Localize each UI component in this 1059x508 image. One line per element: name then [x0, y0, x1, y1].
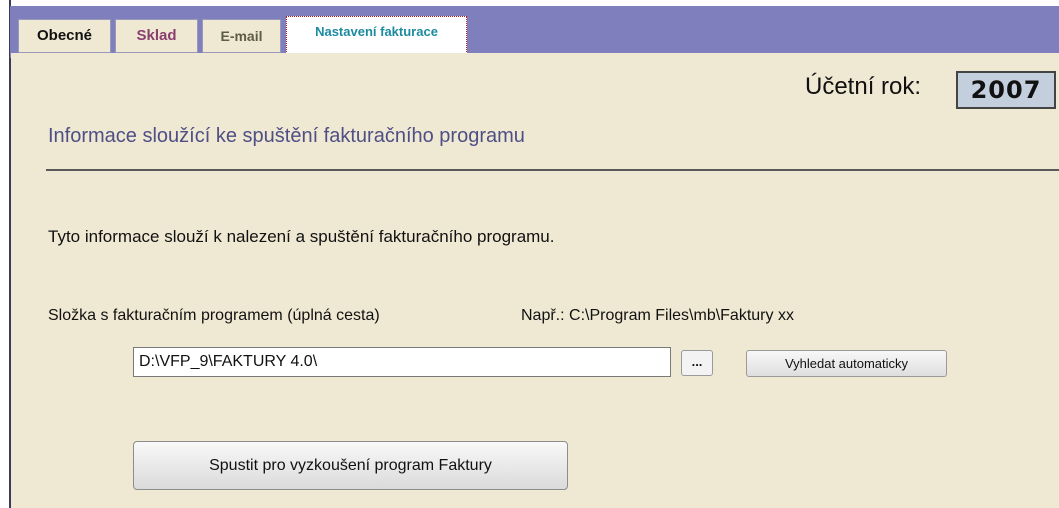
folder-label: Složka s fakturačním programem (úplná ce… [48, 307, 380, 324]
fiscal-year-value: 2007 [956, 71, 1056, 109]
tab-obecne[interactable]: Obecné [18, 19, 111, 53]
fiscal-year-label: Účetní rok: [805, 73, 922, 100]
tab-nastaveni-fakturace[interactable]: Nastavení fakturace [286, 16, 467, 58]
section-divider [46, 169, 1059, 171]
info-text: Tyto informace slouží k nalezení a spušt… [48, 227, 555, 246]
run-program-button[interactable]: Spustit pro vyzkoušení program Faktury [133, 441, 568, 490]
tab-strip: Obecné Sklad E-mail Nastavení fakturace [10, 6, 1059, 58]
program-path-input[interactable] [133, 347, 671, 377]
tab-content-panel [11, 53, 1059, 508]
section-title: Informace sloužící ke spuštění fakturačn… [48, 125, 525, 147]
folder-example-hint: Např.: C:\Program Files\mb\Faktury xx [521, 307, 794, 324]
auto-detect-button[interactable]: Vyhledat automaticky [746, 350, 947, 377]
tab-sklad[interactable]: Sklad [115, 19, 198, 53]
tab-email[interactable]: E-mail [202, 19, 281, 53]
browse-button[interactable]: ... [681, 350, 713, 376]
